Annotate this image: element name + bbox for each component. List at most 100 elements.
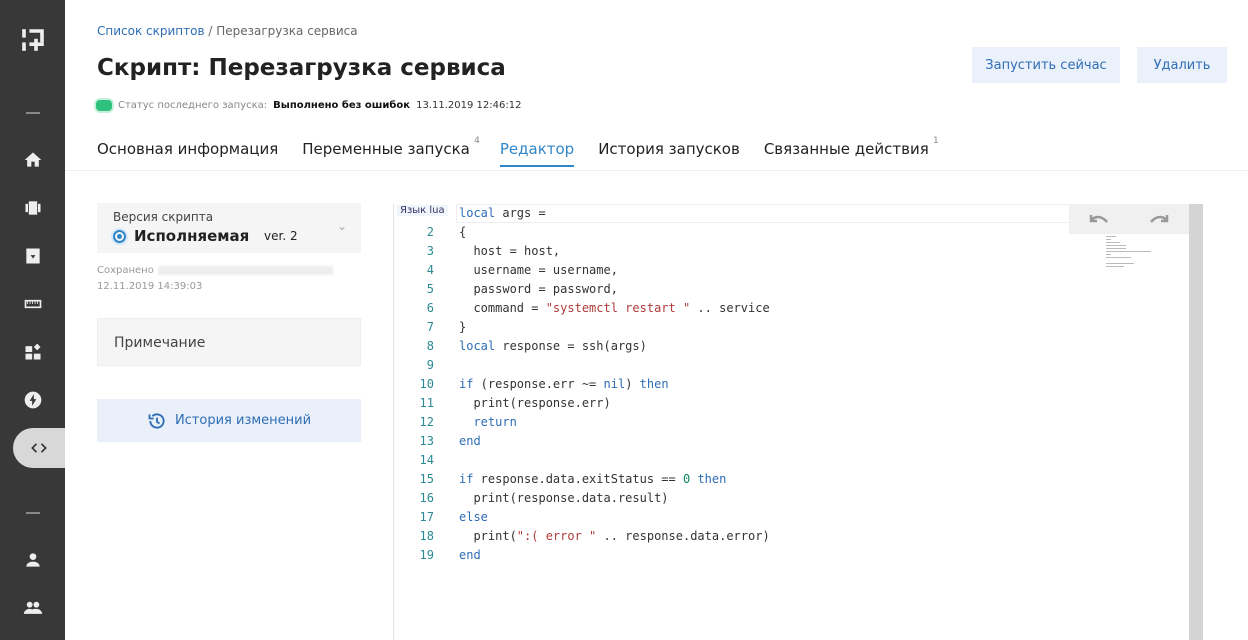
version-label: Версия скрипта bbox=[113, 210, 214, 224]
line-number: 17 bbox=[419, 510, 434, 524]
line-number: 7 bbox=[426, 320, 434, 334]
code-line[interactable]: 8 local response = ssh(args) bbox=[394, 337, 770, 356]
line-text: end bbox=[459, 434, 481, 448]
code-line[interactable]: 4 username = username, bbox=[394, 261, 770, 280]
undo-icon[interactable] bbox=[1088, 211, 1110, 227]
line-text: host = host, bbox=[459, 244, 561, 258]
code-line[interactable]: 11 print(response.err) bbox=[394, 394, 770, 413]
history-icon bbox=[148, 412, 165, 429]
code-line[interactable]: 19 end bbox=[394, 546, 770, 565]
run-now-button[interactable]: Запустить сейчас bbox=[972, 47, 1120, 83]
breadcrumb-link-scripts[interactable]: Список скриптов bbox=[97, 24, 205, 38]
code-line[interactable]: 15 if response.data.exitStatus == 0 then bbox=[394, 470, 770, 489]
status-time: 13.11.2019 12:46:12 bbox=[416, 100, 522, 111]
version-number: ver. 2 bbox=[264, 229, 298, 243]
line-text: local args = bbox=[459, 206, 546, 220]
code-line[interactable]: 9 bbox=[394, 356, 770, 375]
tab-main-info[interactable]: Основная информация bbox=[97, 140, 278, 167]
line-text: command = "systemctl restart " .. servic… bbox=[459, 301, 770, 315]
line-number: 15 bbox=[419, 472, 434, 486]
code-icon[interactable] bbox=[13, 428, 65, 468]
line-text: return bbox=[473, 415, 517, 429]
saved-date: 12.11.2019 14:39:03 bbox=[97, 281, 203, 292]
code-lines[interactable]: local args = 2{3 host = host, 4 username =… bbox=[394, 204, 770, 565]
sidebar-divider bbox=[26, 512, 40, 514]
code-line[interactable]: 6 command = "systemctl restart " .. serv… bbox=[394, 299, 770, 318]
status-indicator bbox=[96, 100, 112, 111]
language-label: Язык lua bbox=[397, 205, 448, 216]
breadcrumb-current: / Перезагрузка сервиса bbox=[208, 24, 358, 38]
delete-button[interactable]: Удалить bbox=[1137, 47, 1227, 83]
line-text: } bbox=[459, 320, 467, 334]
logo-icon[interactable] bbox=[0, 20, 65, 60]
tab-run-history[interactable]: История запусков bbox=[598, 140, 740, 167]
code-line[interactable]: 7} bbox=[394, 318, 770, 337]
saved-label: Сохранено bbox=[97, 265, 154, 276]
code-line[interactable]: 3 host = host, bbox=[394, 242, 770, 261]
line-number: 19 bbox=[419, 548, 434, 562]
code-line[interactable]: 14 bbox=[394, 451, 770, 470]
code-line[interactable]: 18 print(":( error " .. response.data.er… bbox=[394, 527, 770, 546]
code-editor[interactable]: local args = 2{3 host = host, 4 username =… bbox=[393, 204, 1203, 640]
code-line[interactable]: local args = bbox=[394, 204, 770, 223]
line-text bbox=[434, 451, 459, 470]
chevron-down-icon[interactable]: ⌄ bbox=[337, 219, 347, 233]
line-text: end bbox=[459, 548, 481, 562]
tab-badge: 4 bbox=[474, 136, 480, 146]
code-line[interactable]: 12 return bbox=[394, 413, 770, 432]
line-text: if (response.err ~= nil) then bbox=[459, 377, 669, 391]
line-number: 12 bbox=[419, 415, 434, 429]
line-number: 2 bbox=[426, 225, 434, 239]
ruler-icon[interactable] bbox=[0, 284, 65, 324]
status-label: Статус последнего запуска: bbox=[118, 100, 268, 111]
code-line[interactable]: 16 print(response.data.result) bbox=[394, 489, 770, 508]
tab-label: Основная информация bbox=[97, 140, 279, 158]
tab-badge: 1 bbox=[933, 136, 939, 146]
line-text: print(response.data.result) bbox=[459, 491, 669, 505]
line-text: local response = ssh(args) bbox=[459, 339, 647, 353]
redo-icon[interactable] bbox=[1148, 211, 1170, 227]
users-icon[interactable] bbox=[0, 588, 65, 628]
breadcrumb: Список скриптов / Перезагрузка сервиса bbox=[97, 24, 358, 38]
tabs: Основная информация Переменные запуска 4 … bbox=[97, 136, 939, 167]
code-line[interactable]: 17 else bbox=[394, 508, 770, 527]
version-selected: Исполняемая bbox=[134, 227, 250, 245]
code-line[interactable]: 10 if (response.err ~= nil) then bbox=[394, 375, 770, 394]
radio-selected[interactable] bbox=[113, 229, 126, 243]
sidebar-divider bbox=[26, 112, 40, 114]
code-line[interactable]: 13 end bbox=[394, 432, 770, 451]
minimap[interactable] bbox=[1106, 236, 1151, 276]
widgets-icon[interactable] bbox=[0, 332, 65, 372]
tab-label: История запусков bbox=[598, 140, 740, 158]
line-number: 4 bbox=[426, 263, 434, 277]
bolt-icon[interactable] bbox=[0, 380, 65, 420]
change-history-button[interactable]: История изменений bbox=[97, 399, 361, 442]
tab-editor[interactable]: Редактор bbox=[499, 140, 575, 167]
page-title: Скрипт: Перезагрузка сервиса bbox=[97, 55, 506, 81]
line-number: 10 bbox=[419, 377, 434, 391]
line-number: 6 bbox=[426, 301, 434, 315]
tab-label: Переменные запуска bbox=[302, 140, 470, 158]
version-select[interactable]: Версия скрипта Исполняемая ver. 2 ⌄ bbox=[97, 203, 361, 253]
line-text: { bbox=[459, 225, 467, 239]
code-line[interactable]: 5 password = password, bbox=[394, 280, 770, 299]
code-line[interactable]: 2{ bbox=[394, 223, 770, 242]
home-icon[interactable] bbox=[0, 140, 65, 180]
tab-related-actions[interactable]: Связанные действия 1 bbox=[763, 136, 939, 167]
user-icon[interactable] bbox=[0, 540, 65, 580]
line-text bbox=[434, 356, 459, 375]
tab-variables[interactable]: Переменные запуска 4 bbox=[302, 136, 480, 167]
sidebar bbox=[0, 0, 65, 640]
line-text: password = password, bbox=[459, 282, 618, 296]
archive-icon[interactable] bbox=[0, 236, 65, 276]
tab-label: Редактор bbox=[499, 140, 575, 158]
line-number: 14 bbox=[419, 453, 434, 467]
inventory-icon[interactable] bbox=[0, 188, 65, 228]
tab-label: Связанные действия bbox=[763, 140, 929, 158]
scrollbar[interactable] bbox=[1189, 204, 1203, 640]
line-number: 16 bbox=[419, 491, 434, 505]
undo-redo-bar bbox=[1069, 204, 1189, 234]
note-field[interactable]: Примечание bbox=[97, 318, 361, 366]
change-history-label: История изменений bbox=[174, 413, 312, 428]
line-number: 8 bbox=[426, 339, 434, 353]
